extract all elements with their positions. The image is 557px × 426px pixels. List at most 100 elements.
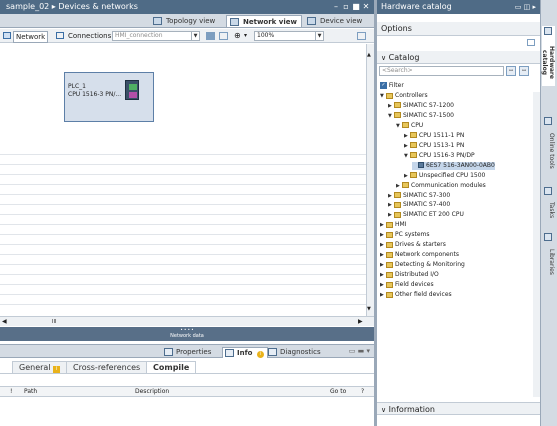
scroll-up-icon[interactable]: ▲ — [367, 52, 371, 58]
connection-type-select[interactable]: HMI_connection ▼ — [112, 31, 200, 41]
tab-topology-view[interactable]: Topology view — [150, 15, 219, 27]
catalog-tree-item[interactable]: ▶ SIMATIC S7-400 — [388, 201, 450, 209]
scroll-left-icon[interactable]: ◀ — [2, 318, 7, 325]
checkbox-checked-icon[interactable]: ✓ — [380, 82, 387, 89]
catalog-vertical-scrollbar[interactable] — [533, 92, 540, 397]
catalog-tree-item[interactable]: ▶ Field devices — [380, 281, 434, 289]
catalog-tree-item[interactable]: ▶ Network components — [380, 251, 459, 259]
catalog-tree-label: Drives & starters — [395, 241, 446, 249]
tab-libraries-label: Libraries — [548, 249, 555, 275]
network-data-bar[interactable]: • • • • Network data — [0, 327, 374, 341]
col-help[interactable]: ? — [361, 387, 364, 396]
search-placeholder: <Search> — [382, 67, 413, 74]
connections-icon[interactable] — [56, 32, 64, 39]
catalog-window-buttons[interactable]: ▭ ◫ ▸ — [515, 0, 536, 14]
maximize-icon[interactable]: ■ — [352, 3, 360, 11]
catalog-tree-item[interactable]: ▶ SIMATIC S7-300 — [388, 192, 450, 200]
zoom-select[interactable]: 100% ▼ — [254, 31, 324, 41]
catalog-tree-item[interactable]: ▶ Unspecified CPU 1500 — [404, 172, 485, 180]
zoom-icon[interactable]: ⊕ — [234, 31, 241, 40]
tab-device-view[interactable]: Device view — [304, 15, 366, 27]
chevron-down-icon[interactable]: ▼ — [315, 32, 323, 40]
catalog-tree-item[interactable]: ▼ SIMATIC S7-1500 — [388, 112, 454, 120]
col-path[interactable]: Path — [24, 387, 37, 396]
catalog-tree-item[interactable]: ▼ CPU — [396, 122, 423, 130]
folder-icon — [386, 231, 393, 238]
tab-tasks[interactable]: Tasks — [542, 186, 555, 222]
tool-icon-b[interactable] — [219, 32, 228, 40]
connections-button[interactable]: Connections — [68, 31, 111, 41]
chevron-down-icon[interactable]: ▼ — [191, 32, 199, 40]
catalog-tree-label: Other field devices — [395, 291, 452, 298]
network-canvas[interactable]: PLC_1 CPU 1516-3 PN/... — [0, 44, 366, 316]
tab-properties[interactable]: Properties — [162, 347, 214, 358]
options-section[interactable]: Options — [377, 22, 540, 36]
catalog-icon — [544, 27, 552, 35]
folder-icon — [394, 201, 401, 208]
network-mode-button[interactable]: Network — [13, 31, 49, 43]
editor-titlebar: sample_02 ▸ Devices & networks – ▫ ■ ✕ — [0, 0, 374, 14]
layout-icon[interactable] — [357, 32, 366, 40]
catalog-search-input[interactable]: <Search> — [379, 66, 504, 76]
catalog-tree-item[interactable]: ▶ Drives & starters — [380, 241, 446, 249]
filter-checkbox-row[interactable]: ✓ Filter — [380, 82, 404, 90]
scroll-right-icon[interactable]: ▶ — [358, 318, 363, 325]
catalog-tree-label: PC systems — [395, 231, 430, 239]
network-mode-icon[interactable] — [3, 32, 11, 39]
float-icon[interactable]: ▫ — [342, 3, 350, 11]
scroll-down-icon[interactable]: ▼ — [367, 306, 371, 312]
catalog-titlebar: Hardware catalog ▭ ◫ ▸ — [377, 0, 540, 14]
properties-icon — [164, 348, 173, 356]
search-next-icon[interactable]: ꟷ — [519, 66, 529, 76]
scroll-thumb[interactable]: III — [52, 319, 56, 325]
tab-compile[interactable]: Compile — [146, 361, 197, 373]
col-description[interactable]: Description — [135, 387, 169, 396]
tab-topology-label: Topology view — [166, 17, 216, 25]
tab-hardware-catalog[interactable]: Hardware catalog — [541, 26, 555, 86]
catalog-tree-item[interactable]: 6ES7 516-3AN00-0AB0 — [412, 161, 495, 170]
catalog-tree-item[interactable]: ▼ CPU 1516-3 PN/DP — [404, 152, 475, 160]
options-collapse-icon[interactable] — [527, 39, 535, 46]
tab-diagnostics[interactable]: Diagnostics — [266, 347, 324, 358]
tab-info[interactable]: Info i — [222, 347, 268, 358]
folder-icon — [386, 221, 393, 228]
catalog-tree-item[interactable]: ▶ Detecting & Monitoring — [380, 261, 465, 269]
tool-icon-a[interactable] — [206, 32, 215, 40]
tab-online-tools[interactable]: Online tools — [542, 116, 555, 174]
catalog-tree: ▼ Controllers ▶ SIMATIC S7-1200 ▼ SIMATIC S7-… — [377, 92, 540, 397]
catalog-tree-item[interactable]: ▶ CPU 1511-1 PN — [404, 132, 464, 140]
catalog-tree-label: 6ES7 516-3AN00-0AB0 — [426, 161, 495, 169]
tab-compile-label: Compile — [153, 363, 190, 372]
information-section[interactable]: ∨ Information — [377, 402, 540, 415]
catalog-tree-item[interactable]: ▶ HMI — [380, 221, 406, 229]
catalog-tree-item[interactable]: ▶ Distributed I/O — [380, 271, 439, 279]
catalog-tree-item[interactable]: ▼ Controllers — [380, 92, 428, 100]
catalog-tree-label: CPU 1513-1 PN — [419, 141, 465, 149]
catalog-section[interactable]: ∨ Catalog — [377, 51, 540, 64]
plc-device[interactable]: PLC_1 CPU 1516-3 PN/... — [64, 72, 154, 122]
zoom-down-icon[interactable]: ▾ — [244, 32, 247, 39]
tab-network-view[interactable]: Network view — [226, 15, 302, 27]
catalog-tree-item[interactable]: ▶ SIMATIC ET 200 CPU — [388, 211, 464, 219]
minimize-icon[interactable]: – — [332, 3, 340, 11]
tab-cross-references[interactable]: Cross-references — [66, 361, 148, 373]
inspector-window-buttons[interactable]: ▭ ▬ ▾ — [349, 347, 370, 355]
catalog-tree-item[interactable]: ▶ PC systems — [380, 231, 430, 239]
libraries-icon — [544, 233, 552, 241]
canvas-horizontal-scrollbar[interactable]: ◀ III ▶ — [0, 316, 374, 326]
catalog-tree-item[interactable]: ▶ Communication modules — [396, 182, 486, 190]
col-goto[interactable]: Go to — [330, 387, 346, 396]
catalog-tree-label: SIMATIC S7-1200 — [403, 101, 454, 109]
catalog-tree-label: Network components — [395, 251, 460, 259]
canvas-vertical-scrollbar[interactable]: ▲ ▼ — [366, 44, 374, 316]
catalog-tree-item[interactable]: ▶ CPU 1513-1 PN — [404, 142, 464, 150]
folder-icon — [410, 132, 417, 139]
tab-libraries[interactable]: Libraries — [542, 232, 555, 280]
search-icon[interactable]: ꟷ — [506, 66, 516, 76]
close-icon[interactable]: ✕ — [362, 3, 370, 11]
catalog-tree-item[interactable]: ▶ Other field devices — [380, 291, 452, 299]
tab-general[interactable]: General i — [12, 361, 68, 373]
catalog-tree-label: Communication modules — [411, 181, 486, 189]
topology-icon — [153, 17, 162, 25]
catalog-tree-item[interactable]: ▶ SIMATIC S7-1200 — [388, 102, 454, 110]
